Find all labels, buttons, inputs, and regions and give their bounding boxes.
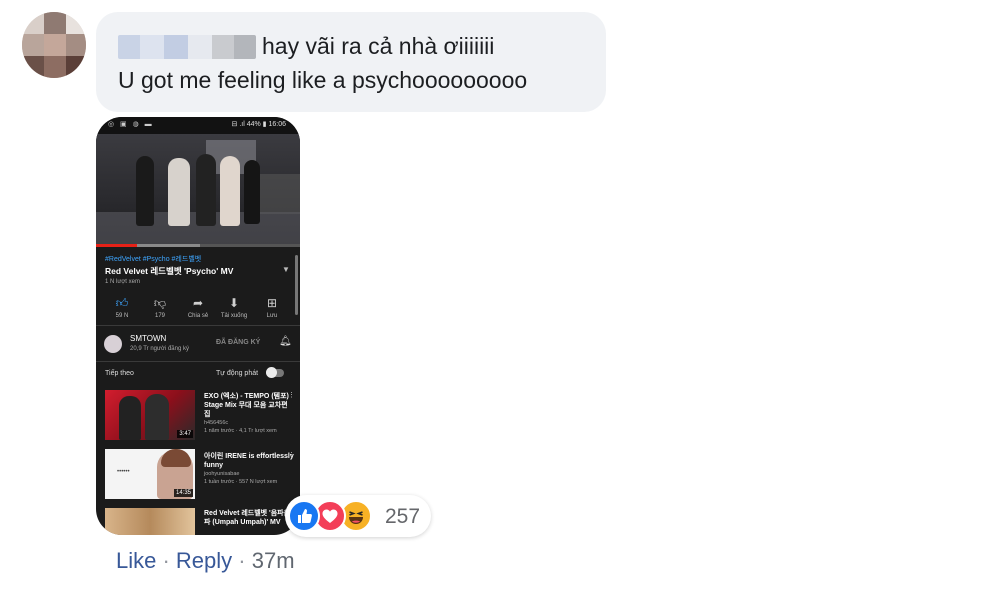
- like-count: 59 N: [115, 313, 129, 319]
- save-button[interactable]: ⊞ Lưu: [254, 295, 290, 319]
- channel-subscribers: 20,9 Tr người đăng ký: [130, 346, 189, 352]
- phone-status-bar: ◎ ▣ ◍ ▬ ⊟ .ıl 44% ▮ 16:06: [96, 117, 300, 134]
- status-icons-right: ⊟ .ıl 44% ▮ 16:06: [231, 121, 286, 128]
- like-video-button[interactable]: 👍︎ 59 N: [104, 295, 140, 319]
- attached-screenshot[interactable]: ◎ ▣ ◍ ▬ ⊟ .ıl 44% ▮ 16:06 #RedVelvet #Ps…: [96, 117, 300, 535]
- thumbnail-caption: ••••••: [117, 469, 130, 475]
- divider: [96, 361, 300, 362]
- video-duration: 3:47: [177, 430, 193, 438]
- download-icon: ⬇: [228, 296, 240, 310]
- video-title: Red Velvet 레드벨벳 'Psycho' MV: [105, 266, 234, 276]
- video-duration: 14:35: [173, 489, 193, 497]
- related-thumbnail[interactable]: 3:47: [105, 390, 195, 440]
- up-next-label: Tiếp theo: [105, 370, 134, 377]
- separator: ·: [232, 548, 252, 573]
- related-meta: 1 tuần trước · 557 N lượt xem: [204, 479, 278, 485]
- save-icon: ⊞: [266, 296, 278, 310]
- more-options-icon[interactable]: ⋮: [288, 391, 295, 399]
- comment-text-line1: hay vãi ra cả nhà ơiiiiiii: [262, 33, 495, 59]
- reaction-summary[interactable]: 257: [285, 495, 431, 537]
- reaction-count: 257: [385, 505, 421, 528]
- reply-link[interactable]: Reply: [176, 548, 232, 573]
- related-channel: h456456c: [204, 420, 229, 426]
- related-title[interactable]: EXO (엑소) - TEMPO (템포) Stage Mix 무대 모음 교차…: [204, 392, 294, 419]
- subscribed-button[interactable]: ĐÃ ĐĂNG KÝ: [216, 339, 260, 346]
- divider: [96, 325, 300, 326]
- separator: ·: [156, 548, 176, 573]
- commenter-avatar[interactable]: [22, 12, 86, 78]
- share-button[interactable]: ➦ Chia sẻ: [180, 295, 216, 319]
- channel-name[interactable]: SMTOWN: [130, 334, 166, 343]
- more-options-icon[interactable]: ⋮: [288, 451, 295, 459]
- related-thumbnail[interactable]: •••••• 14:35: [105, 449, 195, 499]
- video-progress-bar[interactable]: [96, 244, 137, 247]
- like-reaction-icon: [288, 500, 320, 532]
- autoplay-toggle-knob[interactable]: [266, 367, 277, 378]
- related-thumbnail[interactable]: [105, 508, 195, 535]
- autoplay-label: Tự động phát: [216, 370, 259, 377]
- channel-avatar[interactable]: [104, 335, 122, 353]
- comment-bubble: hay vãi ra cả nhà ơiiiiiii U got me feel…: [96, 12, 606, 112]
- thumbs-down-icon: 👎︎: [153, 296, 167, 310]
- download-label: Tải xuống: [220, 313, 248, 319]
- related-title[interactable]: Red Velvet 레드벨벳 '음파음파 (Umpah Umpah)' MV: [204, 509, 294, 527]
- download-button[interactable]: ⬇ Tải xuống: [216, 295, 252, 319]
- dislike-video-button[interactable]: 👎︎ 179: [142, 295, 178, 319]
- commenter-name-redacted[interactable]: [118, 35, 256, 59]
- bell-icon[interactable]: 🔔︎: [279, 336, 292, 347]
- comment-text-line2: U got me feeling like a psychooooooooo: [118, 67, 528, 93]
- video-hashtags[interactable]: #RedVelvet #Psycho #레드벨벳: [105, 254, 201, 264]
- scrollbar[interactable]: [295, 255, 298, 315]
- related-meta: 1 năm trước · 4,1 Tr lượt xem: [204, 428, 277, 434]
- related-channel: joohyunisabae: [204, 471, 240, 477]
- status-icons-left: ◎ ▣ ◍ ▬: [108, 121, 154, 128]
- expand-description-icon[interactable]: ▼: [282, 265, 290, 274]
- related-title[interactable]: 아이린 IRENE is effortlessly funny: [204, 452, 294, 470]
- share-icon: ➦: [192, 296, 204, 310]
- comment-timestamp[interactable]: 37m: [252, 548, 295, 573]
- dislike-count: 179: [154, 313, 165, 319]
- video-views: 1 N lượt xem: [105, 279, 140, 285]
- thumbs-up-icon: 👍︎: [115, 296, 129, 310]
- comment-actions: Like · Reply · 37m: [116, 548, 295, 574]
- video-buffer-bar: [137, 244, 200, 247]
- video-player: [96, 134, 300, 244]
- share-label: Chia sẻ: [187, 313, 209, 319]
- save-label: Lưu: [266, 313, 278, 319]
- like-link[interactable]: Like: [116, 548, 156, 573]
